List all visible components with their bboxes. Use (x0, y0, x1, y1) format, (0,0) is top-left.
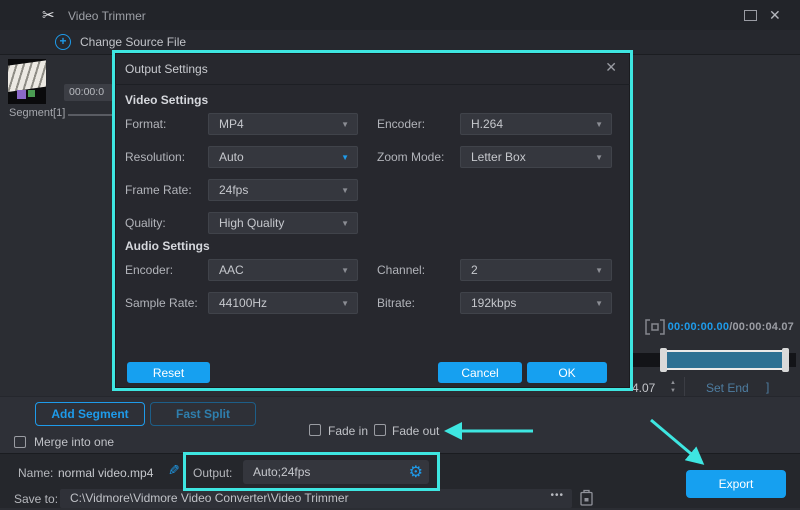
end-time-stepper[interactable]: ▲▼ (668, 379, 678, 395)
channel-select[interactable]: 2▼ (460, 259, 612, 281)
file-name-value: normal video.mp4 (58, 466, 153, 480)
fade-in-label: Fade in (328, 424, 368, 438)
chevron-down-icon: ▼ (595, 299, 603, 308)
sample-rate-label: Sample Rate: (125, 292, 198, 314)
ok-button[interactable]: OK (527, 362, 607, 383)
segment-label: Segment[1] (9, 107, 65, 119)
resolution-label: Resolution: (125, 146, 185, 168)
bitrate-label: Bitrate: (377, 292, 415, 314)
add-segment-button[interactable]: Add Segment (35, 402, 145, 426)
video-settings-heading: Video Settings (125, 93, 208, 107)
dialog-close-icon[interactable]: ✕ (605, 59, 617, 76)
playback-time: 00:00:00.00/00:00:04.07 (668, 321, 794, 333)
segment-thumbnail[interactable] (8, 59, 46, 104)
total-time: 00:00:04.07 (732, 321, 794, 333)
set-end-button[interactable]: Set End (706, 381, 749, 395)
bitrate-select[interactable]: 192kbps▼ (460, 292, 612, 314)
scissors-icon: ✂ (42, 6, 55, 24)
encoder-select[interactable]: H.264▼ (460, 113, 612, 135)
edit-name-icon[interactable]: ✎ (168, 462, 180, 479)
audio-encoder-select[interactable]: AAC▼ (208, 259, 358, 281)
audio-settings-heading: Audio Settings (125, 239, 210, 253)
save-to-label: Save to: (14, 492, 58, 506)
save-path-field[interactable]: C:\Vidmore\Vidmore Video Converter\Video… (60, 489, 572, 508)
fast-split-button[interactable]: Fast Split (150, 402, 256, 426)
frame-rate-select[interactable]: 24fps▼ (208, 179, 358, 201)
output-settings-dialog: Output Settings ✕ Video Settings Format:… (112, 50, 633, 391)
zoom-mode-select[interactable]: Letter Box▼ (460, 146, 612, 168)
thumbnail-image (8, 60, 46, 92)
name-label: Name: (18, 466, 53, 480)
chevron-down-icon: ▼ (341, 120, 349, 129)
trim-start-handle[interactable] (660, 348, 667, 372)
title-bar: ✂ Video Trimmer ✕ (0, 0, 800, 30)
cancel-button[interactable]: Cancel (438, 362, 522, 383)
change-source-file-button[interactable]: Change Source File (80, 35, 186, 49)
frame-capture-icon[interactable] (645, 319, 665, 338)
end-time-input[interactable]: 4.07 (632, 381, 655, 395)
output-label: Output: (193, 466, 232, 480)
channel-label: Channel: (377, 259, 425, 281)
merge-into-one-checkbox[interactable] (14, 436, 26, 448)
chevron-down-icon: ▼ (341, 299, 349, 308)
quality-select[interactable]: High Quality▼ (208, 212, 358, 234)
encoder-label: Encoder: (377, 113, 425, 135)
resolution-select[interactable]: Auto▼ (208, 146, 358, 168)
browse-folder-button[interactable]: ••• (550, 490, 564, 501)
quality-label: Quality: (125, 212, 166, 234)
open-folder-icon[interactable] (578, 489, 598, 508)
output-format-field[interactable]: Auto;24fps ⚙ (243, 460, 429, 484)
output-format-value: Auto;24fps (253, 465, 310, 479)
export-button[interactable]: Export (686, 470, 786, 498)
current-time: 00:00:00.00 (668, 321, 730, 333)
window-close-button[interactable]: ✕ (769, 7, 781, 24)
segment-timestamp: 00:00:0 (64, 84, 113, 101)
fade-out-label: Fade out (392, 424, 439, 438)
trim-end-handle[interactable] (782, 348, 789, 372)
save-path-value: C:\Vidmore\Vidmore Video Converter\Video… (70, 491, 349, 505)
set-end-bracket-icon: ] (766, 380, 769, 394)
segment-duration-bar (68, 114, 113, 116)
timeline-selection[interactable] (663, 350, 786, 370)
zoom-mode-label: Zoom Mode: (377, 146, 444, 168)
reset-button[interactable]: Reset (127, 362, 210, 383)
fade-out-checkbox[interactable] (374, 424, 386, 436)
fade-in-checkbox[interactable] (309, 424, 321, 436)
sample-rate-select[interactable]: 44100Hz▼ (208, 292, 358, 314)
frame-rate-label: Frame Rate: (125, 179, 192, 201)
chevron-down-icon: ▼ (595, 266, 603, 275)
chevron-down-icon: ▼ (595, 120, 603, 129)
audio-encoder-label: Encoder: (125, 259, 173, 281)
chevron-down-icon: ▼ (341, 153, 349, 162)
add-source-icon[interactable]: + (55, 34, 71, 50)
chevron-down-icon: ▼ (341, 186, 349, 195)
dialog-title: Output Settings (125, 62, 208, 76)
chevron-down-icon: ▼ (341, 266, 349, 275)
merge-into-one-label: Merge into one (34, 435, 114, 449)
window-title: Video Trimmer (68, 9, 146, 23)
maximize-button[interactable] (744, 10, 757, 21)
chevron-down-icon: ▼ (341, 219, 349, 228)
format-select[interactable]: MP4▼ (208, 113, 358, 135)
chevron-down-icon: ▼ (595, 153, 603, 162)
output-settings-gear-icon[interactable]: ⚙ (409, 462, 423, 482)
format-label: Format: (125, 113, 166, 135)
